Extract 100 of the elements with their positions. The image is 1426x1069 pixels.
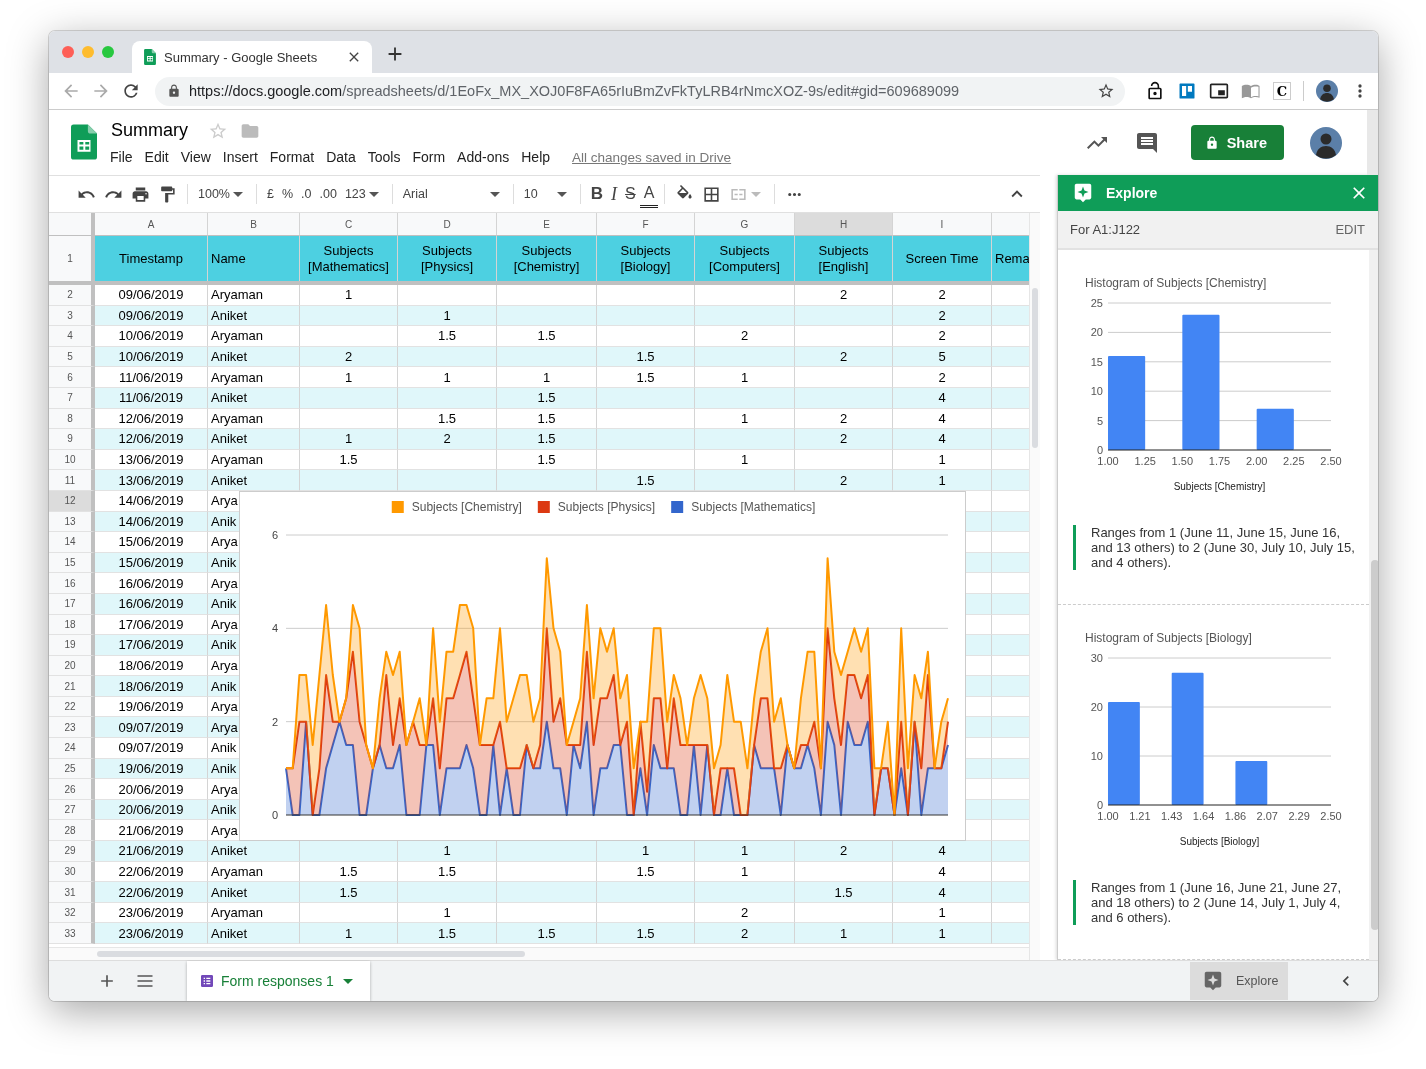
row-number[interactable]: 19	[49, 635, 95, 656]
insight-text: Ranges from 1 (June 16, June 21, June 27, and 18 others) to 2 (June 14, July 1, July 4, and 6 others).	[1073, 880, 1355, 925]
table-cell: 18/06/2019	[95, 676, 208, 697]
row-number[interactable]: 22	[49, 696, 95, 718]
row-number[interactable]: 28	[49, 820, 95, 842]
legend-label[interactable]: Subjects [Chemistry]	[411, 500, 522, 514]
row-number[interactable]: 15	[49, 552, 95, 574]
explore-button[interactable]: Explore	[1190, 962, 1288, 1000]
row-number[interactable]: 14	[49, 532, 95, 553]
menu-item[interactable]: View	[174, 147, 217, 167]
strikethrough-button[interactable]: S	[621, 182, 640, 206]
sheet-tab[interactable]: Form responses 1	[187, 961, 370, 1001]
row-number[interactable]: 4	[49, 326, 95, 347]
row-number[interactable]: 12	[49, 490, 95, 512]
table-cell: 1.5	[795, 882, 893, 903]
axis-tick-label: 0	[1096, 799, 1103, 811]
table-cell: 1.5	[597, 923, 695, 944]
row-number[interactable]: 10	[49, 449, 95, 471]
row-number[interactable]: 21	[49, 676, 95, 697]
table-cell: 2	[795, 470, 893, 491]
row-number[interactable]: 9	[49, 429, 95, 450]
row-number[interactable]: 8	[49, 408, 95, 430]
reload-icon[interactable]	[121, 81, 141, 101]
menu-item[interactable]: Format	[263, 147, 321, 167]
zoom-dropdown[interactable]: 100%	[194, 182, 250, 206]
panel-title: Explore	[1106, 185, 1159, 201]
row-number[interactable]: 24	[49, 738, 95, 759]
scrollbar-thumb[interactable]	[1371, 560, 1378, 930]
italic-button[interactable]: I	[607, 182, 622, 206]
axis-tick-label: 10	[1090, 385, 1103, 398]
table-cell: 09/06/2019	[95, 285, 208, 306]
bold-button[interactable]: B	[586, 182, 608, 206]
row-number[interactable]: 1	[49, 236, 95, 281]
menu-item[interactable]: File	[104, 147, 139, 167]
currency-button[interactable]: £	[263, 182, 278, 206]
address-field[interactable]: https://docs.google.com/spreadsheets/d/1EoFx_MX_XOJ0F8FA65rIuBmZvFkTyLRB4rNmcXOZ-9s/edit#gid=609689099	[155, 76, 1125, 106]
save-status-link[interactable]: All changes saved in Drive	[572, 149, 732, 165]
table-cell: 2	[893, 285, 992, 306]
edit-link[interactable]: EDIT	[1335, 222, 1365, 237]
comment-icon[interactable]	[1134, 130, 1159, 155]
browser-tab[interactable]: Summary - Google Sheets	[132, 41, 372, 73]
scrollbar-thumb[interactable]	[97, 951, 525, 957]
row-number[interactable]: 30	[49, 861, 95, 883]
row-number[interactable]: 2	[49, 285, 95, 306]
menu-item[interactable]: Add-ons	[451, 147, 516, 167]
menu-item[interactable]: Edit	[138, 147, 175, 167]
menu-item[interactable]: Data	[320, 147, 362, 167]
document-title[interactable]: Summary	[111, 120, 188, 141]
row-number[interactable]: 27	[49, 799, 95, 821]
scrollbar-thumb[interactable]	[1032, 288, 1038, 448]
caret-icon	[233, 191, 243, 197]
menu-item[interactable]: Help	[515, 147, 557, 167]
row-number[interactable]: 25	[49, 758, 95, 780]
row-number[interactable]: 23	[49, 717, 95, 739]
font-dropdown[interactable]: Arial	[398, 182, 507, 206]
row-number[interactable]: 6	[49, 367, 95, 388]
row-number[interactable]: 33	[49, 923, 95, 944]
font-size-dropdown[interactable]: 10	[519, 182, 574, 206]
borders-icon[interactable]	[702, 184, 722, 204]
legend-label[interactable]: Subjects [Mathematics]	[691, 500, 816, 514]
axis-tick-label: 2.00	[1245, 455, 1268, 467]
row-number[interactable]: 11	[49, 470, 95, 491]
percent-button[interactable]: %	[277, 182, 298, 206]
caret-icon	[556, 191, 567, 197]
row-number[interactable]: 26	[49, 779, 95, 800]
menu-item[interactable]: Form	[406, 147, 452, 167]
corner-cell[interactable]	[49, 213, 95, 236]
number-format-dropdown[interactable]: 123	[340, 182, 386, 206]
row-number[interactable]: 16	[49, 573, 95, 594]
row-number[interactable]: 17	[49, 593, 95, 615]
row-number[interactable]: 18	[49, 614, 95, 636]
profile-avatar[interactable]	[1316, 80, 1338, 102]
text-color-button[interactable]: A	[639, 180, 659, 208]
picture-in-picture-icon[interactable]	[1209, 81, 1229, 101]
row-number[interactable]: 20	[49, 655, 95, 677]
board-icon[interactable]	[1177, 81, 1197, 101]
menu-item[interactable]: Tools	[361, 147, 407, 167]
column-header[interactable]: H	[795, 213, 893, 236]
row-number[interactable]: 13	[49, 511, 95, 533]
bookmark-star-icon[interactable]	[1097, 82, 1115, 100]
paint-roller-icon[interactable]	[158, 184, 177, 204]
row-number[interactable]: 31	[49, 882, 95, 903]
legend-label[interactable]: Subjects [Physics]	[557, 500, 656, 514]
row-number[interactable]: 3	[49, 305, 95, 327]
increase-decimals-button[interactable]: .00	[315, 182, 341, 206]
share-button[interactable]: Share	[1190, 125, 1284, 160]
print-icon[interactable]	[131, 184, 150, 204]
row-number[interactable]: 7	[49, 387, 95, 409]
table-cell: 21/06/2019	[95, 841, 208, 862]
axis-tick-label: 2.25	[1283, 455, 1305, 467]
menu-item[interactable]: Insert	[216, 147, 264, 167]
decrease-decimals-button[interactable]: .0	[297, 182, 316, 206]
extension-button[interactable]: C	[1273, 82, 1291, 100]
table-cell: 16/06/2019	[95, 593, 208, 615]
row-number[interactable]: 29	[49, 841, 95, 862]
caret-icon	[368, 191, 379, 197]
open-padlock-icon[interactable]	[1145, 81, 1165, 101]
account-avatar[interactable]	[1310, 126, 1342, 159]
row-number[interactable]: 5	[49, 346, 95, 368]
row-number[interactable]: 32	[49, 902, 95, 924]
